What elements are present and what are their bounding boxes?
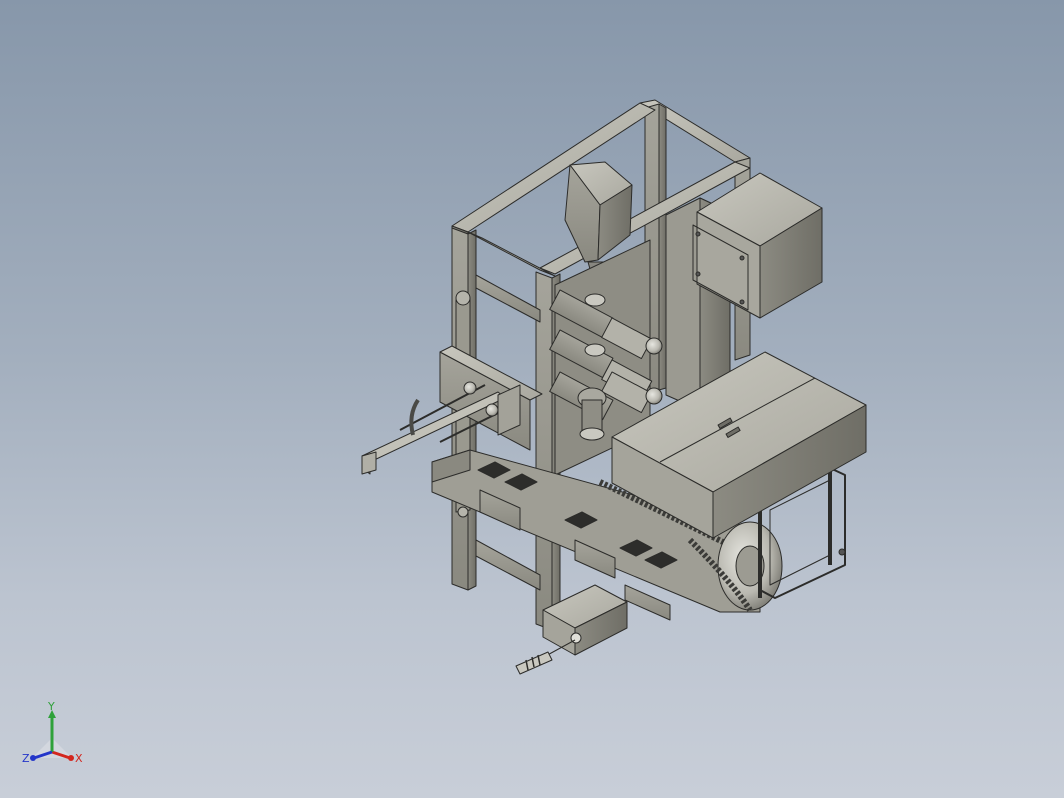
z-axis-label: Z [22,752,30,765]
3d-graphics-viewport[interactable] [0,0,1064,798]
bottom-box [515,584,628,675]
view-orientation-triad[interactable]: Y X Z [14,700,94,780]
machine-model[interactable] [361,99,867,675]
y-axis-label: Y [47,700,55,713]
x-axis-label: X [75,752,83,765]
